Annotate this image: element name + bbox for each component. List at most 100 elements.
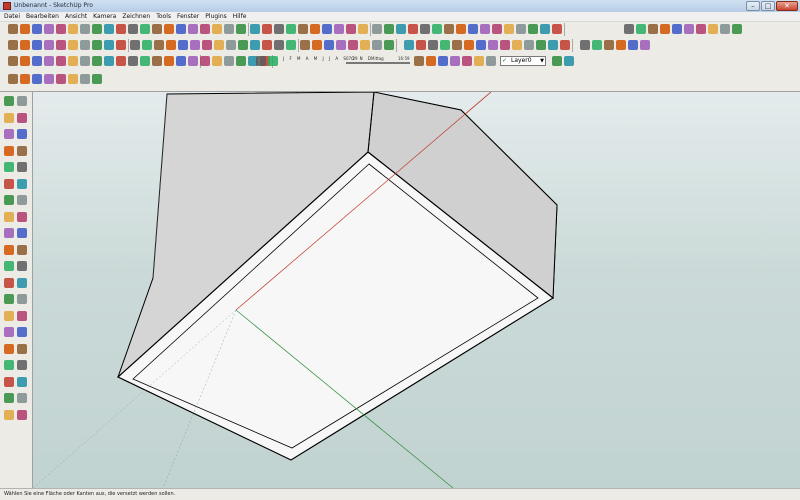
side-tool-button-16[interactable] — [17, 211, 27, 222]
row3-tool-button-15[interactable] — [176, 56, 186, 66]
row2-tool-button-48[interactable] — [592, 40, 602, 50]
row1-tool-button-33[interactable] — [396, 24, 406, 34]
row1-tool-button-27[interactable] — [322, 24, 332, 34]
row2-tool-button-52[interactable] — [640, 40, 650, 50]
row1-tool-button-3[interactable] — [32, 24, 42, 34]
row2-tool-button-7[interactable] — [80, 40, 90, 50]
menu-datei[interactable]: Datei — [4, 12, 20, 22]
menu-kamera[interactable]: Kamera — [93, 12, 116, 22]
row1-tool-button-52[interactable] — [684, 24, 694, 34]
row4-tool-button-7[interactable] — [80, 74, 90, 84]
side-tool-button-25[interactable] — [4, 294, 14, 304]
row1-tool-button-55[interactable] — [720, 24, 730, 34]
row1-tool-button-50[interactable] — [660, 24, 670, 34]
row2-tool-button-42[interactable] — [512, 40, 522, 50]
side-tool-button-7[interactable] — [4, 145, 14, 156]
side-tool-button-22[interactable] — [17, 261, 27, 271]
row1-tool-button-22[interactable] — [262, 24, 272, 34]
row2-tool-button-39[interactable] — [476, 40, 486, 50]
row3-tool-button-25[interactable] — [414, 56, 424, 66]
row2-tool-button-50[interactable] — [616, 40, 626, 50]
row1-tool-button-48[interactable] — [636, 24, 646, 34]
row1-tool-button-41[interactable] — [492, 24, 502, 34]
row2-tool-button-43[interactable] — [524, 40, 534, 50]
row1-tool-button-38[interactable] — [456, 24, 466, 34]
row2-tool-button-12[interactable] — [142, 40, 152, 50]
row3-tool-button-7[interactable] — [80, 56, 90, 66]
row3-tool-button-29[interactable] — [462, 56, 472, 66]
row1-tool-button-10[interactable] — [116, 24, 126, 34]
side-tool-button-11[interactable] — [4, 178, 14, 189]
row3-tool-button-32[interactable] — [552, 56, 562, 66]
maximize-icon[interactable]: □ — [761, 1, 775, 11]
row3-tool-button-19[interactable] — [224, 56, 234, 66]
row1-tool-button-42[interactable] — [504, 24, 514, 34]
row3-tool-button-2[interactable] — [20, 56, 30, 66]
row1-tool-button-9[interactable] — [104, 24, 114, 34]
row2-tool-button-45[interactable] — [548, 40, 558, 50]
row2-tool-button-44[interactable] — [536, 40, 546, 50]
row1-tool-button-24[interactable] — [286, 24, 296, 34]
row4-tool-button-5[interactable] — [56, 74, 66, 84]
side-tool-button-28[interactable] — [17, 310, 27, 321]
side-tool-button-9[interactable] — [4, 162, 14, 172]
side-tool-button-39[interactable] — [4, 409, 14, 420]
row3-tool-button-13[interactable] — [152, 56, 162, 66]
row3-tool-button-11[interactable] — [128, 56, 138, 66]
row2-tool-button-23[interactable] — [274, 40, 284, 50]
row1-tool-button-4[interactable] — [44, 24, 54, 34]
menu-zeichnen[interactable]: Zeichnen — [122, 12, 150, 22]
row1-tool-button-54[interactable] — [708, 24, 718, 34]
row3-tool-button-6[interactable] — [68, 56, 78, 66]
row1-tool-button-16[interactable] — [188, 24, 198, 34]
row2-tool-button-13[interactable] — [154, 40, 164, 50]
row1-tool-button-25[interactable] — [298, 24, 308, 34]
row1-tool-button-36[interactable] — [432, 24, 442, 34]
side-tool-button-1[interactable] — [4, 96, 14, 106]
side-tool-button-19[interactable] — [4, 244, 14, 255]
menu-plugins[interactable]: Plugins — [205, 12, 227, 22]
shadow-time-slider[interactable] — [346, 62, 410, 64]
side-tool-button-24[interactable] — [17, 277, 27, 288]
row4-tool-button-2[interactable] — [20, 74, 30, 84]
row3-tool-button-20[interactable] — [236, 56, 246, 66]
row2-tool-button-40[interactable] — [488, 40, 498, 50]
row3-tool-button-24[interactable] — [268, 56, 278, 66]
row1-tool-button-37[interactable] — [444, 24, 454, 34]
row1-tool-button-40[interactable] — [480, 24, 490, 34]
minimize-icon[interactable]: – — [746, 1, 760, 11]
side-tool-button-5[interactable] — [4, 129, 14, 139]
menu-hilfe[interactable]: Hilfe — [233, 12, 247, 22]
row2-tool-button-31[interactable] — [372, 40, 382, 50]
row3-tool-button-16[interactable] — [188, 56, 198, 66]
side-tool-button-12[interactable] — [17, 178, 27, 189]
side-tool-button-10[interactable] — [17, 162, 27, 172]
row2-tool-button-2[interactable] — [20, 40, 30, 50]
row3-tool-button-9[interactable] — [104, 56, 114, 66]
side-tool-button-18[interactable] — [17, 228, 27, 238]
row1-tool-button-32[interactable] — [384, 24, 394, 34]
row3-tool-button-17[interactable] — [200, 56, 210, 66]
row2-tool-button-18[interactable] — [214, 40, 224, 50]
row3-tool-button-8[interactable] — [92, 56, 102, 66]
side-tool-button-4[interactable] — [17, 112, 27, 123]
row1-tool-button-13[interactable] — [152, 24, 162, 34]
side-tool-button-14[interactable] — [17, 195, 27, 205]
row1-tool-button-19[interactable] — [224, 24, 234, 34]
row2-tool-button-37[interactable] — [452, 40, 462, 50]
row2-tool-button-46[interactable] — [560, 40, 570, 50]
side-tool-button-36[interactable] — [17, 376, 27, 387]
row3-tool-button-28[interactable] — [450, 56, 460, 66]
row1-tool-button-2[interactable] — [20, 24, 30, 34]
row1-tool-button-14[interactable] — [164, 24, 174, 34]
menu-ansicht[interactable]: Ansicht — [65, 12, 87, 22]
row2-tool-button-41[interactable] — [500, 40, 510, 50]
row2-tool-button-49[interactable] — [604, 40, 614, 50]
row4-tool-button-8[interactable] — [92, 74, 102, 84]
viewport-scene[interactable] — [33, 92, 800, 488]
row4-tool-button-6[interactable] — [68, 74, 78, 84]
row1-tool-button-15[interactable] — [176, 24, 186, 34]
row1-tool-button-18[interactable] — [212, 24, 222, 34]
row1-tool-button-20[interactable] — [236, 24, 246, 34]
row2-tool-button-17[interactable] — [202, 40, 212, 50]
